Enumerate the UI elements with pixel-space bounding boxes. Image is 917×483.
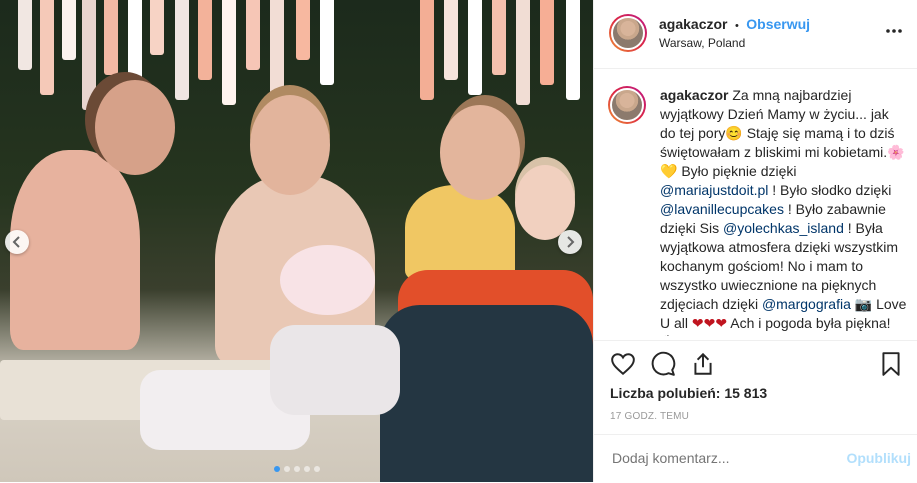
heart-icon[interactable]: [610, 351, 636, 377]
action-bar: [594, 340, 917, 385]
decor-streamer: [104, 0, 118, 75]
decor-streamer: [444, 0, 458, 80]
weather-emoji-icon: 🌦: [660, 334, 678, 336]
header-separator: •: [734, 20, 739, 32]
share-icon[interactable]: [690, 351, 716, 377]
carousel-indicator: [0, 466, 593, 472]
decor-streamer: [175, 0, 189, 100]
comment-icon[interactable]: [650, 351, 676, 377]
decor-streamer: [540, 0, 554, 85]
decor-streamer: [62, 0, 76, 60]
decor-streamer: [198, 0, 212, 80]
camera-emoji-icon: 📷: [854, 296, 873, 312]
woman-right-head: [440, 105, 520, 200]
caption-username[interactable]: agakaczor: [660, 87, 728, 103]
chevron-right-icon: [567, 236, 575, 248]
carousel-dot-4: [303, 466, 310, 472]
header-username[interactable]: agakaczor: [659, 16, 727, 32]
mention-link[interactable]: @margografia: [762, 296, 851, 312]
decor-streamer: [516, 0, 530, 105]
likes-number: 15 813: [724, 385, 768, 401]
ellipsis-icon[interactable]: [885, 22, 903, 40]
avatar[interactable]: [609, 14, 647, 52]
post-timestamp[interactable]: 17 GODZ. TEMU: [610, 411, 689, 422]
flower-bouquet: [280, 245, 375, 315]
woman-center-head: [250, 95, 330, 195]
mention-link[interactable]: @yolechkas_island: [723, 220, 844, 236]
comment-input[interactable]: [610, 449, 844, 467]
publish-button[interactable]: Opublikuj: [846, 450, 911, 466]
decor-streamer: [128, 0, 142, 85]
chevron-left-icon: [12, 236, 20, 248]
carousel-dot-2: [283, 466, 290, 472]
carousel-dot-5: [313, 466, 320, 472]
yellow-heart-emoji-icon: 💛: [660, 163, 678, 179]
woman-left: [10, 150, 140, 350]
carousel-dot-1: [273, 466, 280, 472]
mention-link[interactable]: @mariajustdoit.pl: [660, 182, 768, 198]
hearts-emoji-icon: ❤❤❤: [691, 315, 728, 331]
baby: [515, 165, 575, 240]
decor-streamer: [468, 0, 482, 95]
pillow: [270, 325, 400, 415]
location-link[interactable]: Warsaw, Poland: [659, 36, 745, 50]
decor-streamer: [82, 0, 96, 110]
decor-streamer: [492, 0, 506, 75]
decor-streamer: [18, 0, 32, 70]
post-side-panel: agakaczor • Obserwuj Warsaw, Poland agak…: [593, 0, 917, 482]
decor-streamer: [222, 0, 236, 105]
decor-streamer: [566, 0, 580, 100]
decor-streamer: [296, 0, 310, 60]
caption-area: agakaczor Za mną najbardziej wyjątkowy D…: [608, 86, 908, 336]
woman-left-head: [95, 80, 175, 175]
likes-label: Liczba polubień:: [610, 385, 721, 401]
caption-segment: ! Było słodko dzięki: [768, 182, 892, 198]
decor-streamer: [40, 0, 54, 95]
carousel-prev-button[interactable]: [5, 230, 29, 254]
bookmark-icon[interactable]: [878, 351, 904, 377]
decor-streamer: [246, 0, 260, 70]
caption-segment: Było pięknie dzięki: [677, 163, 797, 179]
follow-button[interactable]: Obserwuj: [746, 16, 810, 32]
woman-right: [405, 185, 515, 280]
caption-segment: Ach i pogoda była piękna!: [727, 315, 891, 331]
likes-count[interactable]: Liczba polubień: 15 813: [610, 385, 767, 401]
dark-bag: [380, 305, 593, 482]
blossom-emoji-icon: 🌸: [887, 144, 905, 160]
carousel-dot-3: [293, 466, 300, 472]
smile-emoji-icon: 😊: [725, 125, 743, 141]
caption-text: agakaczor Za mną najbardziej wyjątkowy D…: [660, 86, 908, 336]
post-header: agakaczor • Obserwuj Warsaw, Poland: [594, 0, 917, 69]
post-photo[interactable]: [0, 0, 593, 482]
decor-streamer: [270, 0, 284, 95]
mention-link[interactable]: @lavanillecupcakes: [660, 201, 784, 217]
carousel-next-button[interactable]: [558, 230, 582, 254]
comment-bar: Opublikuj: [594, 434, 917, 483]
decor-streamer: [320, 0, 334, 85]
instagram-post: agakaczor • Obserwuj Warsaw, Poland agak…: [0, 0, 917, 482]
decor-streamer: [150, 0, 164, 55]
decor-streamer: [420, 0, 434, 100]
caption-avatar[interactable]: [608, 86, 646, 124]
